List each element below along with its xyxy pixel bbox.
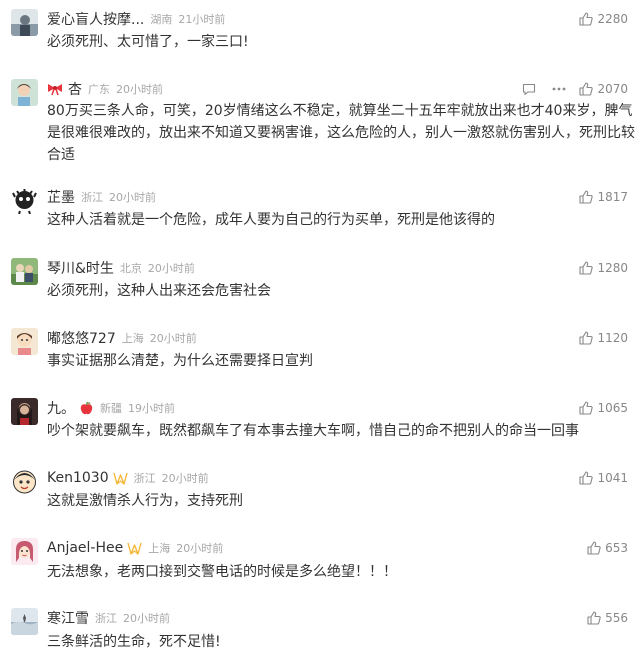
like-button[interactable]: 1280: [579, 258, 628, 278]
location: 浙江: [133, 472, 156, 485]
avatar[interactable]: [11, 608, 38, 635]
username[interactable]: Anjael-Hee: [47, 540, 123, 556]
comment-list: 爱心盲人按摩... 湖南 21小时前 必须死刑、太可惜了，一家三口! 2280 …: [0, 0, 640, 666]
comment-text: 80万买三条人命，可笑，20岁情绪这么不稳定，就算坐二十五年牢就放出来也才40来…: [47, 100, 635, 166]
like-count: 1041: [597, 471, 628, 485]
comment-text: 吵个架就要飙车，既然都飙车了有本事去撞大车啊，惜自己的命不把别人的命当一回事: [47, 423, 579, 439]
username[interactable]: 芷墨: [47, 187, 75, 207]
avatar[interactable]: [11, 398, 38, 425]
vip-badge-icon: [127, 542, 142, 555]
apple-badge-icon: [79, 401, 94, 416]
username[interactable]: 爱心盲人按摩...: [47, 9, 144, 29]
comment-text: 无法想象，老两口接到交警电话的时候是多么绝望！！！: [47, 564, 397, 580]
username[interactable]: 琴川&时生: [47, 258, 114, 278]
location: 浙江: [81, 191, 103, 204]
thumbs-up-icon: [579, 471, 594, 485]
username[interactable]: 嘟悠悠727: [47, 328, 116, 348]
avatar[interactable]: [11, 538, 38, 565]
comment-text-line: 是很难很难改的，放出来不知道又要祸害谁，这么危险的人，别人一激怒就伤害别人，死刑…: [47, 125, 635, 141]
timestamp: 20小时前: [109, 191, 156, 204]
thumbs-up-icon: [579, 401, 594, 415]
timestamp: 20小时前: [123, 612, 170, 625]
like-count: 1120: [597, 331, 628, 345]
avatar[interactable]: [11, 9, 38, 36]
location: 新疆: [100, 402, 122, 415]
like-count: 1280: [597, 261, 628, 275]
comment-text: 三条鲜活的生命，死不足惜!: [47, 634, 221, 650]
reply-icon[interactable]: [522, 83, 536, 96]
username[interactable]: 寒江雪: [47, 608, 89, 628]
comment-text: 必须死刑、太可惜了，一家三口!: [47, 34, 249, 50]
like-button[interactable]: 556: [587, 608, 628, 628]
like-count: 2070: [597, 82, 628, 96]
location: 湖南: [150, 13, 173, 26]
like-count: 2280: [597, 12, 628, 26]
location: 上海: [121, 332, 144, 345]
like-count: 556: [605, 611, 628, 625]
timestamp: 20小时前: [161, 472, 209, 485]
timestamp: 20小时前: [176, 542, 224, 555]
like-button[interactable]: 653: [587, 538, 628, 558]
timestamp: 20小时前: [147, 262, 195, 275]
location: 浙江: [95, 612, 117, 625]
more-icon[interactable]: [552, 87, 566, 91]
comment-text-line: 80万买三条人命，可笑，20岁情绪这么不稳定，就算坐二十五年牢就放出来也才40来…: [47, 103, 633, 119]
avatar[interactable]: [11, 468, 38, 495]
vip-badge-icon: [112, 472, 128, 485]
timestamp: 21小时前: [178, 13, 226, 26]
like-button[interactable]: 2070: [579, 79, 628, 99]
like-button[interactable]: 1065: [579, 398, 628, 418]
thumbs-up-icon: [579, 12, 594, 26]
thumbs-up-icon: [579, 82, 594, 96]
comment-text-line: 合适: [47, 147, 75, 163]
thumbs-up-icon: [587, 611, 601, 625]
username[interactable]: 杏: [68, 79, 82, 99]
like-button[interactable]: 2280: [579, 9, 628, 29]
like-button[interactable]: 1041: [579, 468, 628, 488]
comment-text: 这就是激情杀人行为，支持死刑: [47, 493, 243, 509]
like-button[interactable]: 1817: [579, 187, 628, 207]
bow-badge-icon: [47, 82, 63, 96]
like-button[interactable]: 1120: [579, 328, 628, 348]
location: 上海: [148, 542, 171, 555]
location: 北京: [119, 262, 142, 275]
location: 广东: [88, 83, 110, 96]
like-count: 1817: [597, 190, 628, 204]
comment-text: 事实证据那么清楚，为什么还需要择日宣判: [47, 353, 313, 369]
comment-text: 这种人活着就是一个危险，成年人要为自己的行为买单，死刑是他该得的: [47, 212, 495, 228]
username[interactable]: Ken1030: [47, 470, 109, 486]
timestamp: 20小时前: [149, 332, 197, 345]
avatar[interactable]: [11, 328, 38, 355]
like-count: 653: [605, 541, 628, 555]
comment-text: 必须死刑，这种人出来还会危害社会: [47, 283, 271, 299]
avatar[interactable]: [11, 258, 38, 285]
avatar[interactable]: [11, 187, 38, 214]
timestamp: 19小时前: [128, 402, 175, 415]
timestamp: 20小时前: [116, 83, 163, 96]
avatar[interactable]: [11, 79, 38, 106]
thumbs-up-icon: [579, 190, 594, 204]
like-count: 1065: [597, 401, 628, 415]
thumbs-up-icon: [587, 541, 601, 555]
thumbs-up-icon: [579, 331, 594, 345]
thumbs-up-icon: [579, 261, 594, 275]
username[interactable]: 九。: [47, 398, 75, 418]
